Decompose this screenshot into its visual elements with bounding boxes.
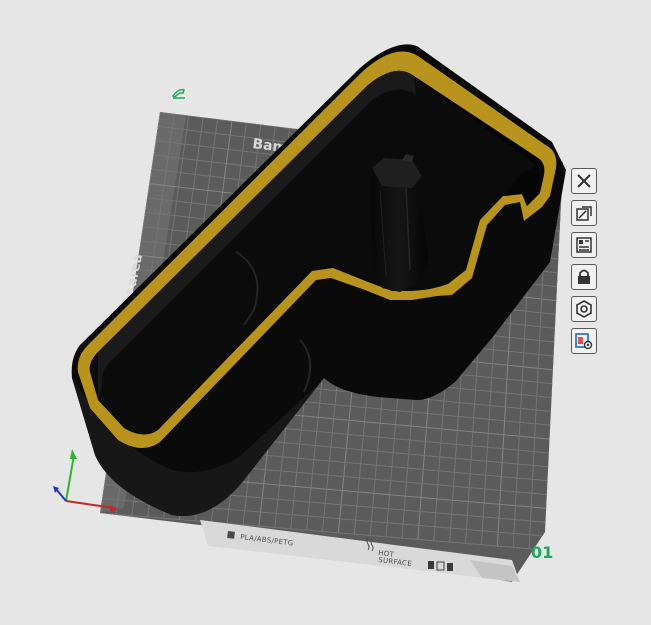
lock-icon xyxy=(578,269,590,284)
auto-orient-button[interactable] xyxy=(571,200,597,226)
plate-index-label[interactable]: 01 xyxy=(531,543,553,562)
slice-plate-icon xyxy=(575,333,593,350)
arrange-icon xyxy=(576,237,592,253)
material-icon xyxy=(227,530,235,539)
lock-plate-button[interactable] xyxy=(571,264,597,290)
slot-icon-3 xyxy=(447,563,453,571)
plate-settings-button[interactable] xyxy=(571,296,597,322)
auto-orient-icon xyxy=(576,206,592,221)
close-icon xyxy=(577,174,591,188)
slot-icon-1 xyxy=(428,561,434,569)
arrange-button[interactable] xyxy=(571,232,597,258)
delete-plate-button[interactable] xyxy=(571,168,597,194)
plate-toolbar xyxy=(571,168,601,360)
slice-plate-button[interactable] xyxy=(571,328,597,354)
scene-canvas[interactable]: Bam only area PLA/ABS/PETG HOT SURFACE xyxy=(0,0,651,625)
3d-viewport[interactable]: Bam only area PLA/ABS/PETG HOT SURFACE 0… xyxy=(0,0,651,625)
plate-settings-icon xyxy=(576,300,592,318)
model-post xyxy=(370,154,428,292)
edit-name-icon[interactable] xyxy=(171,86,187,100)
